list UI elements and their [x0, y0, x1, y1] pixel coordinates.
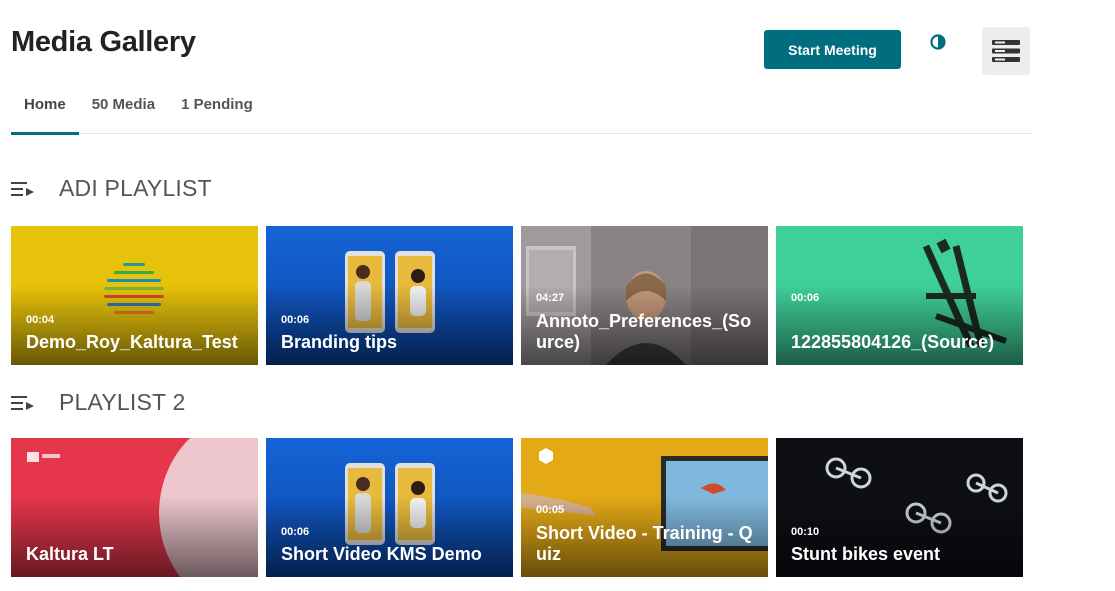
media-card[interactable]: 00:10 Stunt bikes event [776, 438, 1023, 577]
duration-label: 00:10 [791, 526, 820, 538]
contrast-toggle-button[interactable] [926, 30, 950, 54]
user-menu-button[interactable] [982, 27, 1030, 75]
media-title: Short Video KMS Demo [281, 544, 482, 564]
media-card[interactable]: 00:06 Branding tips [266, 226, 513, 365]
media-title: Kaltura LT [26, 544, 114, 564]
media-title: Short Video - Training - Quiz [536, 523, 753, 564]
page-title: Media Gallery [11, 26, 196, 58]
media-card[interactable]: 04:27 Annoto_Preferences_(Source) [521, 226, 768, 365]
start-meeting-button[interactable]: Start Meeting [764, 30, 901, 69]
playlist-icon [11, 181, 34, 196]
tab-media[interactable]: 50 Media [79, 86, 168, 134]
duration-label: 00:05 [536, 504, 565, 516]
playlist-title: PLAYLIST 2 [59, 389, 186, 415]
playlist-icon [11, 395, 34, 410]
duration-label: 00:06 [281, 526, 310, 538]
media-title: Annoto_Preferences_(Source) [536, 311, 752, 352]
media-card[interactable]: 00:06 122855804126_(Source) [776, 226, 1023, 365]
media-card[interactable]: 00:04 Demo_Roy_Kaltura_Test [11, 226, 258, 365]
playlist-title: ADI PLAYLIST [59, 175, 212, 201]
playlist-header: PLAYLIST 2 [11, 389, 185, 416]
media-title: Demo_Roy_Kaltura_Test [26, 332, 238, 352]
media-title: Stunt bikes event [791, 544, 941, 564]
duration-label: 00:04 [26, 314, 55, 326]
duration-label: 00:06 [281, 314, 310, 326]
media-card[interactable]: Kaltura LT [11, 438, 258, 577]
contrast-icon [930, 34, 946, 50]
duration-label: 04:27 [536, 292, 565, 304]
tab-pending[interactable]: 1 Pending [168, 86, 266, 134]
media-tabs: Home 50 Media 1 Pending [11, 86, 1032, 135]
media-title: 122855804126_(Source) [791, 332, 995, 352]
media-card[interactable]: 00:05 Short Video - Training - Quiz [521, 438, 768, 577]
playlist-header: ADI PLAYLIST [11, 175, 212, 202]
duration-label: 00:06 [791, 292, 820, 304]
media-card[interactable]: 00:06 Short Video KMS Demo [266, 438, 513, 577]
menu-icon [992, 40, 1020, 62]
media-title: Branding tips [281, 332, 397, 352]
tab-home[interactable]: Home [11, 86, 79, 135]
